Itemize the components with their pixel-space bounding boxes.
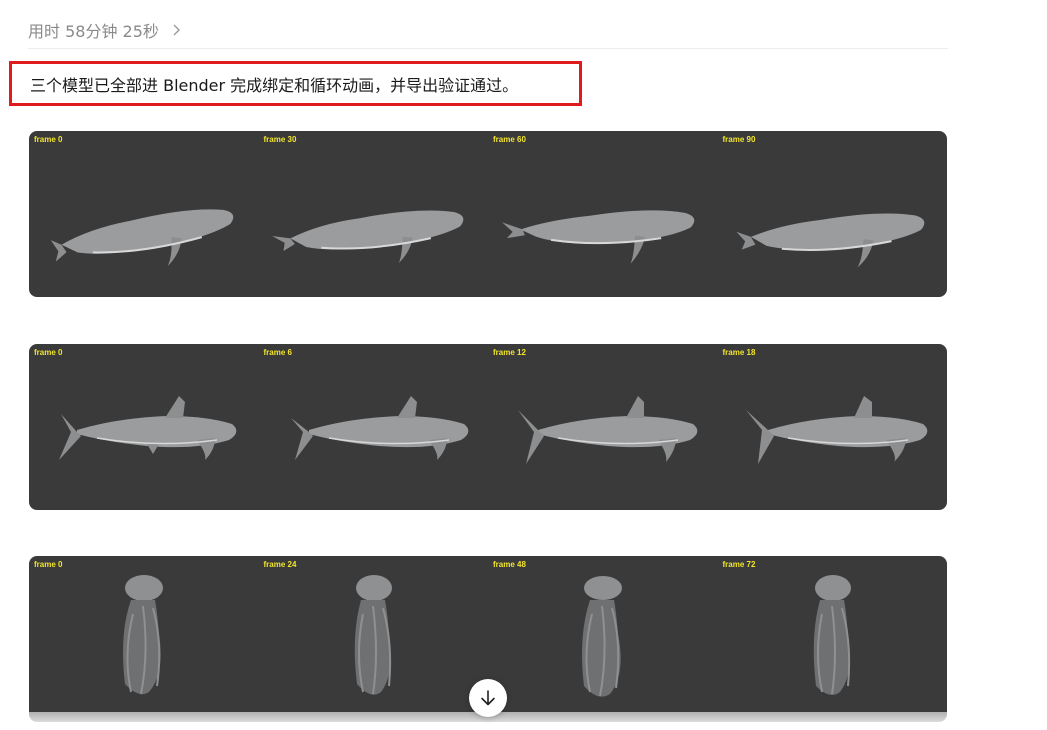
whale-frame: frame 0	[29, 131, 259, 297]
whale-model-image	[736, 213, 924, 268]
divider	[28, 48, 948, 49]
shark-model-image	[745, 396, 927, 464]
shark-frame: frame 6	[259, 344, 489, 510]
summary-highlight-box: 三个模型已全部进 Blender 完成绑定和循环动画，并导出验证通过。	[9, 61, 582, 106]
whale-animation-strip: frame 0 frame 30 frame 60 frame 90	[29, 131, 947, 297]
whale-model-image	[50, 209, 234, 267]
shark-model-image	[518, 396, 698, 464]
jellyfish-model-image	[813, 575, 851, 695]
shark-model-image	[59, 396, 237, 460]
chevron-right-icon	[173, 24, 180, 36]
shark-frame: frame 12	[488, 344, 718, 510]
whale-frame: frame 90	[718, 131, 948, 297]
whale-model-image	[502, 210, 695, 264]
whale-frame: frame 30	[259, 131, 489, 297]
jellyfish-model-image	[354, 575, 392, 695]
scroll-to-bottom-button[interactable]	[469, 679, 507, 717]
whale-model-image	[271, 210, 463, 263]
whale-frame: frame 60	[488, 131, 718, 297]
jellyfish-frame: frame 0	[29, 556, 259, 722]
shark-frame: frame 18	[718, 344, 948, 510]
jellyfish-model-image	[123, 575, 163, 695]
jellyfish-model-image	[582, 576, 622, 697]
bottom-fade	[0, 712, 1047, 730]
summary-text: 三个模型已全部进 Blender 完成绑定和循环动画，并导出验证通过。	[30, 75, 519, 95]
jellyfish-frame: frame 24	[259, 556, 489, 722]
arrow-down-icon	[481, 690, 495, 706]
elapsed-time-label: 用时 58分钟 25秒	[28, 22, 159, 41]
shark-model-image	[290, 396, 468, 460]
jellyfish-frame: frame 48	[488, 556, 718, 722]
shark-animation-strip: frame 0 frame 6 frame 12 frame 18	[29, 344, 947, 510]
jellyfish-frame: frame 72	[718, 556, 948, 722]
elapsed-time-toggle[interactable]: 用时 58分钟 25秒	[28, 18, 183, 42]
shark-frame: frame 0	[29, 344, 259, 510]
